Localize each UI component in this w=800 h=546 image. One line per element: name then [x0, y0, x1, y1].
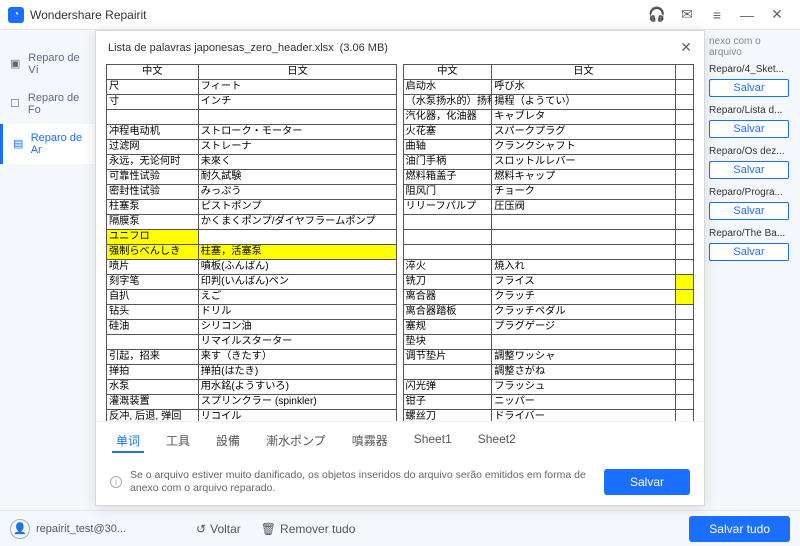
file-card: Reparo/The Ba... Salvar [709, 228, 796, 261]
file-card: Reparo/Progra... Salvar [709, 187, 796, 220]
file-card: Reparo/4_Sket... Salvar [709, 64, 796, 97]
save-all-button[interactable]: Salvar tudo [689, 516, 790, 542]
file-path: Reparo/Progra... [709, 187, 796, 198]
footer-message: Se o arquivo estiver muito danificado, o… [130, 469, 596, 495]
file-icon: ▤ [13, 137, 25, 151]
bottom-bar: 👤 repairit_test@30... ↺Voltar 🗑Remover t… [0, 510, 800, 546]
sidebar-item-video[interactable]: ▣ Reparo de Ví [0, 44, 95, 84]
trash-icon: 🗑 [261, 522, 276, 536]
sidebar: ▣ Reparo de Ví ☐ Reparo de Fo ▤ Reparo d… [0, 30, 95, 510]
file-path: Reparo/Lista d... [709, 105, 796, 116]
modal-save-button[interactable]: Salvar [604, 469, 690, 495]
modal-footer: i Se o arquivo estiver muito danificado,… [96, 461, 704, 505]
modal-filename: Lista de palavras japonesas_zero_header.… [108, 42, 334, 54]
sidebar-item-label: Reparo de Fo [28, 92, 85, 116]
file-save-button[interactable]: Salvar [709, 161, 789, 179]
modal-close-icon[interactable]: ✕ [680, 39, 692, 56]
sheet-tabs: 单词工具設備漸水ポンプ噴霧器 Sheet1 Sheet2 [96, 421, 704, 461]
menu-icon[interactable]: ≡ [702, 7, 732, 23]
sheet-tab[interactable]: 工具 [162, 430, 194, 453]
video-icon: ▣ [10, 57, 22, 71]
file-path: Reparo/Os dez... [709, 146, 796, 157]
headset-icon[interactable]: 🎧 [642, 6, 672, 23]
sheet-tab[interactable]: Sheet2 [474, 430, 520, 453]
sheet-tab[interactable]: 漸水ポンプ [262, 430, 330, 453]
titlebar: ◔ Wondershare Repairit 🎧 ✉ ≡ — ✕ [0, 0, 800, 30]
sidebar-item-file[interactable]: ▤ Reparo de Ar [0, 124, 95, 164]
photo-icon: ☐ [10, 97, 22, 111]
spreadsheet-view: 中文日文中文日文尺フィート启动水呼び水寸インチ（水泵扬水的）扬程揚程（ようてい）… [96, 64, 704, 421]
remove-all-button[interactable]: 🗑Remover tudo [261, 522, 356, 536]
modal-filesize: (3.06 MB) [340, 42, 388, 54]
mail-icon[interactable]: ✉ [672, 6, 702, 23]
file-save-button[interactable]: Salvar [709, 79, 789, 97]
sidebar-item-label: Reparo de Ví [28, 52, 85, 76]
user-email[interactable]: repairit_test@30... [36, 523, 126, 535]
right-note: nexo com o arquivo [709, 36, 796, 58]
file-card: Reparo/Os dez... Salvar [709, 146, 796, 179]
file-save-button[interactable]: Salvar [709, 243, 789, 261]
file-card: Reparo/Lista d... Salvar [709, 105, 796, 138]
back-icon: ↺ [196, 522, 206, 536]
modal-header: Lista de palavras japonesas_zero_header.… [96, 31, 704, 64]
right-panel: nexo com o arquivo Reparo/4_Sket... Salva… [705, 30, 800, 510]
file-path: Reparo/4_Sket... [709, 64, 796, 75]
file-path: Reparo/The Ba... [709, 228, 796, 239]
spreadsheet-table: 中文日文中文日文尺フィート启动水呼び水寸インチ（水泵扬水的）扬程揚程（ようてい）… [106, 64, 694, 421]
sheet-tab[interactable]: 噴霧器 [348, 430, 392, 453]
file-save-button[interactable]: Salvar [709, 120, 789, 138]
preview-modal: Lista de palavras japonesas_zero_header.… [95, 30, 705, 506]
app-title: Wondershare Repairit [30, 8, 642, 22]
back-button[interactable]: ↺Voltar [196, 522, 241, 536]
app-logo: ◔ [8, 7, 24, 23]
sheet-tab[interactable]: 单词 [112, 430, 144, 453]
sheet-tab[interactable]: 設備 [212, 430, 244, 453]
sheet-tab[interactable]: Sheet1 [410, 430, 456, 453]
close-icon[interactable]: ✕ [762, 6, 792, 23]
info-icon: i [110, 476, 122, 488]
sidebar-item-label: Reparo de Ar [31, 132, 85, 156]
sidebar-item-photo[interactable]: ☐ Reparo de Fo [0, 84, 95, 124]
file-save-button[interactable]: Salvar [709, 202, 789, 220]
minimize-icon[interactable]: — [732, 7, 762, 23]
avatar[interactable]: 👤 [10, 519, 30, 539]
